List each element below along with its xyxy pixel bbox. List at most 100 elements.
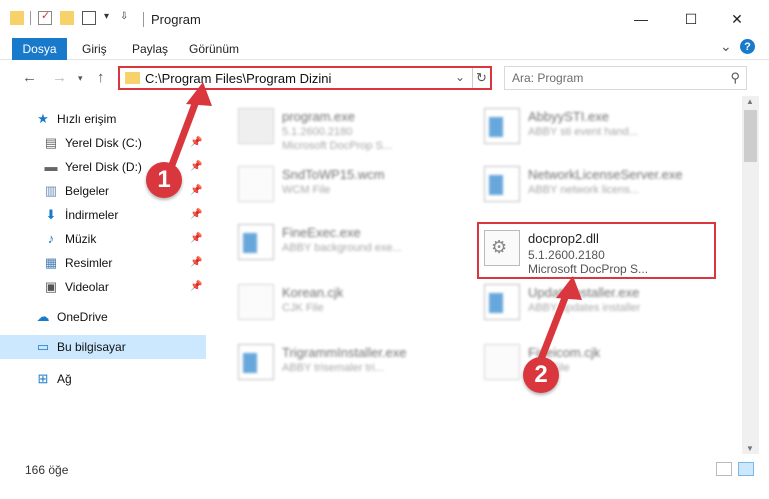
ribbon-expand-icon[interactable]: ⌄ xyxy=(720,38,732,55)
folder-icon xyxy=(10,11,24,25)
scroll-down-icon[interactable]: ▼ xyxy=(746,444,754,453)
address-dropdown-icon[interactable]: ⌄ xyxy=(455,70,465,84)
music-icon: ♪ xyxy=(47,231,55,246)
tab-view[interactable]: Görünüm xyxy=(189,42,239,56)
drive-c-icon: ▤ xyxy=(44,135,58,150)
status-bar: 166 öğe xyxy=(0,454,769,499)
file-description: ABBY trisemaler tri... xyxy=(282,362,384,374)
file-name: Korean.cjk xyxy=(282,285,344,300)
new-folder-icon[interactable] xyxy=(60,11,74,25)
pictures-icon: ▦ xyxy=(44,255,58,270)
address-path[interactable]: C:\Program Files\Program Dizini xyxy=(145,71,331,86)
sidebar-item-this-pc[interactable]: ▭ Bu bilgisayar xyxy=(0,335,206,359)
window-icon xyxy=(484,108,520,144)
sidebar-item-label: Bu bilgisayar xyxy=(57,340,126,354)
file-item[interactable]: Fineicom.cjk CJK File xyxy=(478,338,718,390)
search-icon[interactable]: ⚲ xyxy=(730,70,740,86)
forward-arrow-icon[interactable]: → xyxy=(52,69,67,86)
sidebar-item-videos[interactable]: ▣ Videolar 📌 xyxy=(0,275,206,299)
file-name: SndToWP15.wcm xyxy=(282,167,385,182)
up-arrow-icon[interactable]: ↑ xyxy=(97,69,105,86)
sidebar-item-music[interactable]: ♪ Müzik 📌 xyxy=(0,227,206,251)
file-item[interactable]: program.exe 5.1.2600.2180 Microsoft DocP… xyxy=(232,102,472,154)
annotation-badge-1: 1 xyxy=(146,162,182,198)
sidebar-item-label: Ağ xyxy=(57,372,72,386)
window-icon xyxy=(484,284,520,320)
sidebar-item-network[interactable]: ⊞ Ağ xyxy=(0,367,206,391)
pin-icon[interactable]: 📌 xyxy=(190,281,202,292)
window-icon xyxy=(238,344,274,380)
file-description: ABBY sti event hand... xyxy=(528,126,638,138)
file-description: ABBY network licens... xyxy=(528,184,640,196)
file-item[interactable]: UpdateInstaller.exe ABBY updates install… xyxy=(478,278,718,330)
sidebar-item-label: OneDrive xyxy=(57,310,108,324)
properties-icon[interactable]: ✓ xyxy=(38,10,52,25)
search-input[interactable]: Ara: Program xyxy=(512,71,583,85)
pin-icon[interactable]: 📌 xyxy=(190,257,202,268)
blank-file-icon xyxy=(484,344,520,380)
help-button[interactable]: ? xyxy=(740,39,755,54)
sidebar-item-label: Belgeler xyxy=(65,184,110,198)
pin-icon[interactable]: 📌 xyxy=(190,185,202,196)
file-item[interactable]: AbbyySTI.exe ABBY sti event hand... xyxy=(478,102,718,154)
maximize-button[interactable]: ☐ xyxy=(668,0,714,38)
details-view-icon[interactable] xyxy=(716,462,732,476)
scroll-up-icon[interactable]: ▲ xyxy=(746,97,754,106)
file-item[interactable]: Korean.cjk CJK File xyxy=(232,278,472,330)
view-options-icon[interactable] xyxy=(82,11,96,25)
window-title: Program xyxy=(151,12,201,27)
file-item[interactable]: NetworkLicenseServer.exe ABBY network li… xyxy=(478,160,718,212)
sidebar-item-pictures[interactable]: ▦ Resimler 📌 xyxy=(0,251,206,275)
pin-icon[interactable]: 📌 xyxy=(190,209,202,220)
navigation-pane: ★ Hızlı erişim ▤ Yerel Disk (C:) 📌 ▬ Yer… xyxy=(0,96,206,454)
ribbon: Dosya Giriş Paylaş Görünüm ⌄ xyxy=(0,38,769,60)
address-bar[interactable]: C:\Program Files\Program Dizini ⌄ ↻ xyxy=(118,66,492,90)
pin-icon[interactable]: 📌 xyxy=(190,161,202,172)
sidebar-item-label: Yerel Disk (C:) xyxy=(65,136,142,150)
sidebar-item-label: Resimler xyxy=(65,256,113,270)
network-icon: ⊞ xyxy=(37,371,49,386)
file-item[interactable]: FineExec.exe ABBY background exe... xyxy=(232,218,472,270)
exe-icon xyxy=(238,108,274,144)
sidebar-item-drive-c[interactable]: ▤ Yerel Disk (C:) 📌 xyxy=(0,131,206,155)
documents-icon: ▥ xyxy=(44,183,58,198)
item-count: 166 öğe xyxy=(25,463,69,477)
refresh-icon[interactable]: ↻ xyxy=(472,68,490,88)
tab-share[interactable]: Paylaş xyxy=(132,42,168,56)
sidebar-item-onedrive[interactable]: ☁ OneDrive xyxy=(0,305,206,329)
minimize-button[interactable]: — xyxy=(618,0,664,38)
pin-icon[interactable]: 📌 xyxy=(190,137,202,148)
file-item[interactable]: TrigrammInstaller.exe ABBY trisemaler tr… xyxy=(232,338,472,390)
pin-icon[interactable]: 📌 xyxy=(190,233,202,244)
recent-locations-icon[interactable]: ▾ xyxy=(78,73,83,84)
tab-file[interactable]: Dosya xyxy=(12,38,67,60)
customize-toolbar-icon[interactable]: ▾ xyxy=(104,11,118,25)
videos-icon: ▣ xyxy=(44,279,58,294)
downloads-icon: ⬇ xyxy=(45,207,57,222)
vertical-scrollbar[interactable]: ▲ ▼ xyxy=(742,96,759,454)
file-highlight-box xyxy=(477,222,716,279)
search-box[interactable]: Ara: Program ⚲ xyxy=(504,66,747,90)
sidebar-item-label: Videolar xyxy=(65,280,109,294)
close-button[interactable]: ✕ xyxy=(714,0,760,38)
quick-access-separator xyxy=(30,11,31,25)
sidebar-item-downloads[interactable]: ⬇ İndirmeler 📌 xyxy=(0,203,206,227)
tab-home[interactable]: Giriş xyxy=(82,42,107,56)
expand-toolbar-icon[interactable]: ⇩ xyxy=(120,11,134,25)
blank-file-icon xyxy=(238,166,274,202)
file-name: AbbyySTI.exe xyxy=(528,109,609,124)
file-item[interactable]: SndToWP15.wcm WCM File xyxy=(232,160,472,212)
file-description: ABBY updates installer xyxy=(528,302,641,314)
navigation-bar: ← → ▾ ↑ C:\Program Files\Program Dizini … xyxy=(0,60,769,96)
file-description: ABBY background exe... xyxy=(282,242,402,254)
blank-file-icon xyxy=(238,284,274,320)
onedrive-icon: ☁ xyxy=(36,309,50,324)
this-pc-icon: ▭ xyxy=(36,339,50,354)
sidebar-item-label: Yerel Disk (D:) xyxy=(65,160,142,174)
sidebar-item-quick-access[interactable]: ★ Hızlı erişim xyxy=(0,107,206,131)
back-arrow-icon[interactable]: ← xyxy=(22,69,37,86)
scroll-thumb[interactable] xyxy=(744,110,757,162)
large-icons-view-icon[interactable] xyxy=(738,462,754,476)
window-icon xyxy=(484,166,520,202)
file-name: FineExec.exe xyxy=(282,225,361,240)
